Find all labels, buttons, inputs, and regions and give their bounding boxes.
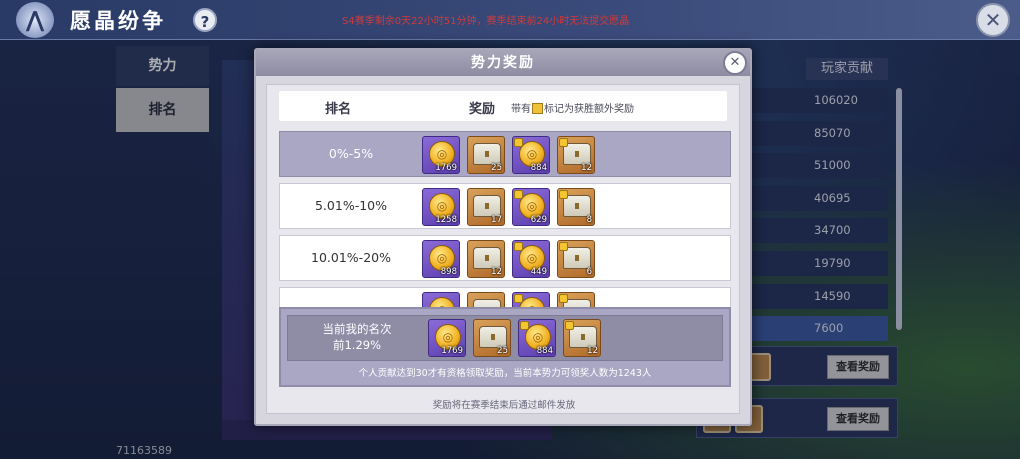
chest-reward[interactable]: 12: [563, 319, 601, 357]
bonus-note-suffix: 标记为获胜额外奖励: [544, 104, 634, 115]
coin-icon: ◎: [429, 297, 455, 307]
bonus-note-prefix: 带有: [511, 104, 531, 115]
chest-reward[interactable]: [557, 292, 595, 307]
gold-coin-reward[interactable]: ◎ 449: [512, 240, 550, 278]
reward-quantity: 884: [536, 346, 553, 356]
reward-quantity: 12: [491, 267, 502, 277]
reward-quantity: 884: [530, 163, 547, 173]
chest-icon: [473, 299, 501, 307]
my-rank-row: 当前我的名次 前1.29% ◎ 1769 25 ◎ 884 12: [287, 315, 723, 361]
reward-quantity: 449: [530, 267, 547, 277]
chest-reward[interactable]: 17: [467, 188, 505, 226]
tier-range: 0%-5%: [328, 146, 374, 161]
reward-quantity: 12: [581, 163, 592, 173]
gold-coin-reward[interactable]: ◎: [422, 292, 460, 307]
my-rank-caption: 当前我的名次: [322, 322, 392, 336]
reward-quantity: 25: [497, 346, 508, 356]
season-notice: S4赛季剩余0天22小时51分钟，赛季结束前24小时无法提交愿晶: [342, 16, 630, 27]
reward-quantity: 25: [491, 163, 502, 173]
bonus-mark-icon: [514, 294, 523, 303]
eligibility-note: 个人贡献达到30才有资格领取奖励，当前本势力可领奖人数为1243人: [358, 368, 652, 379]
my-rank-label: 当前我的名次 前1.29%: [288, 321, 426, 353]
reward-tier-list[interactable]: 0%-5% ◎ 1769 25 ◎ 884 12 5.01%-10% ◎ 1258 17 ◎ 629 8 1…: [279, 131, 731, 307]
bonus-mark-icon: [565, 321, 574, 330]
bonus-mark-icon: [559, 294, 568, 303]
dialog-close-icon[interactable]: ✕: [723, 51, 747, 75]
tier-range: 10.01%-20%: [311, 250, 391, 265]
chest-icon: [473, 247, 501, 269]
reward-quantity: 1258: [435, 215, 457, 225]
reward-tier-row[interactable]: 5.01%-10% ◎ 1258 17 ◎ 629 8: [279, 183, 731, 229]
page-title: 愿晶纷争: [70, 9, 166, 33]
chest-reward[interactable]: 12: [467, 240, 505, 278]
dialog-title: 势力奖励: [256, 50, 750, 76]
chest-reward[interactable]: 25: [473, 319, 511, 357]
reward-column-header: 奖励: [469, 102, 496, 117]
dialog-body: 排名 奖励 带有 标记为获胜额外奖励 0%-5% ◎ 1769 25 ◎ 884 12 5.01…: [266, 84, 740, 414]
reward-tier-row[interactable]: 10.01%-20% ◎ 898 12 ◎ 449 6: [279, 235, 731, 281]
close-icon[interactable]: ✕: [976, 3, 1010, 37]
reward-quantity: 6: [586, 267, 592, 277]
chest-icon: [473, 195, 501, 217]
bonus-mark-icon: [532, 103, 543, 114]
reward-quantity: 629: [530, 215, 547, 225]
gold-coin-reward[interactable]: ◎ 898: [422, 240, 460, 278]
chest-icon: [473, 143, 501, 165]
bonus-mark-icon: [520, 321, 529, 330]
my-rank-panel: 当前我的名次 前1.29% ◎ 1769 25 ◎ 884 12 个人贡献达到30才有资格…: [279, 307, 731, 387]
bonus-mark-icon: [559, 138, 568, 147]
chest-reward[interactable]: 12: [557, 136, 595, 174]
reward-tier-row[interactable]: ◎◎: [279, 287, 731, 307]
my-rank-percent: 前1.29%: [332, 338, 382, 352]
chest-icon: [479, 326, 507, 348]
gold-coin-reward[interactable]: ◎ 884: [518, 319, 556, 357]
reward-table-header: 排名 奖励 带有 标记为获胜额外奖励: [279, 91, 727, 121]
chest-reward[interactable]: 8: [557, 188, 595, 226]
top-bar: ⋀ 愿晶纷争 ? S4赛季剩余0天22小时51分钟，赛季结束前24小时无法提交愿…: [0, 0, 1020, 40]
bonus-mark-icon: [514, 242, 523, 251]
reward-quantity: 1769: [441, 346, 463, 356]
reward-quantity: 8: [586, 215, 592, 225]
reward-quantity: 898: [440, 267, 457, 277]
gold-coin-reward[interactable]: ◎ 884: [512, 136, 550, 174]
chest-reward[interactable]: 25: [467, 136, 505, 174]
mail-delivery-note: 奖励将在赛季结束后通过邮件发放: [432, 400, 576, 411]
rank-column-header: 排名: [325, 102, 352, 117]
faction-reward-dialog: 势力奖励 ✕ 排名 奖励 带有 标记为获胜额外奖励 0%-5% ◎ 1769 25 ◎ 88…: [254, 48, 752, 426]
gold-coin-reward[interactable]: ◎ 1258: [422, 188, 460, 226]
gold-coin-reward[interactable]: ◎ 629: [512, 188, 550, 226]
tier-range: [280, 288, 422, 307]
reward-quantity: 12: [587, 346, 598, 356]
bonus-mark-icon: [514, 190, 523, 199]
reward-quantity: 17: [491, 215, 502, 225]
bonus-note: 带有 标记为获胜额外奖励: [511, 100, 634, 115]
help-icon[interactable]: ?: [193, 8, 217, 32]
reward-tier-row[interactable]: 0%-5% ◎ 1769 25 ◎ 884 12: [279, 131, 731, 177]
gold-coin-reward[interactable]: ◎ 1769: [422, 136, 460, 174]
bonus-mark-icon: [559, 242, 568, 251]
bonus-mark-icon: [514, 138, 523, 147]
game-logo-icon: ⋀: [16, 2, 54, 38]
tier-range: 5.01%-10%: [314, 198, 387, 213]
chest-reward[interactable]: 6: [557, 240, 595, 278]
chest-reward[interactable]: [467, 292, 505, 307]
gold-coin-reward[interactable]: ◎: [512, 292, 550, 307]
gold-coin-reward[interactable]: ◎ 1769: [428, 319, 466, 357]
bonus-mark-icon: [559, 190, 568, 199]
reward-quantity: 1769: [435, 163, 457, 173]
